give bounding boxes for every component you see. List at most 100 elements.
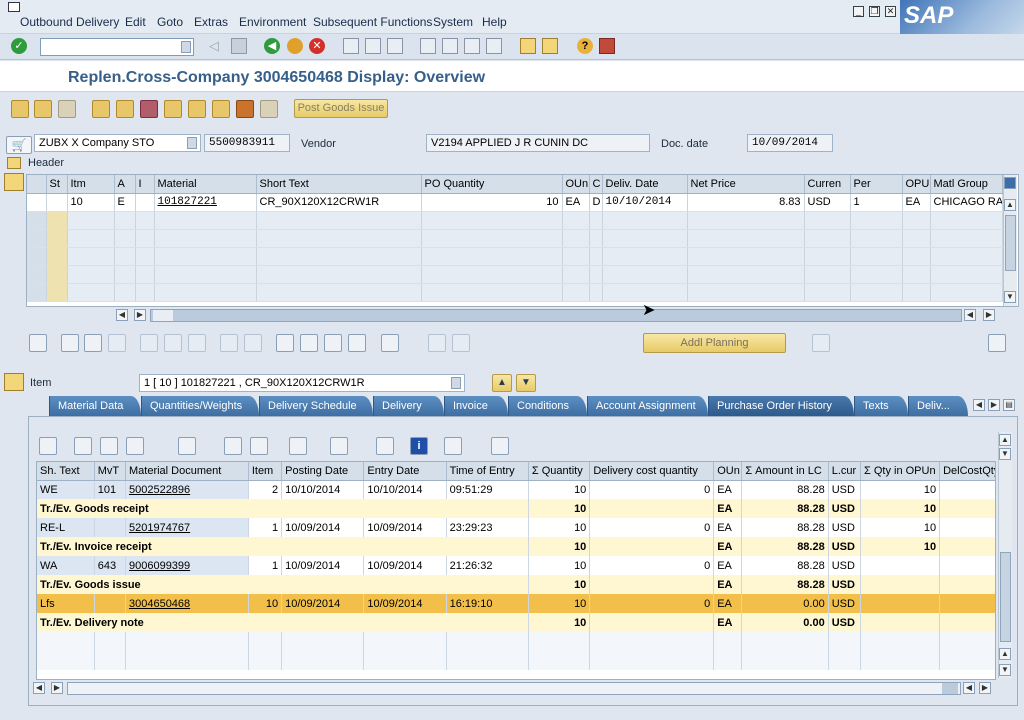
- col-opu[interactable]: OPU: [902, 175, 931, 194]
- col-a[interactable]: A: [114, 175, 136, 194]
- next-page-icon[interactable]: [464, 38, 480, 54]
- close-window-icon[interactable]: ✕: [885, 6, 896, 17]
- menu-system[interactable]: System: [433, 15, 473, 29]
- item-selector-field[interactable]: 1 [ 10 ] 101827221 , CR_90X120X12CRW1R: [139, 374, 465, 392]
- filter-icon[interactable]: [300, 334, 318, 352]
- total-row[interactable]: Tr./Ev. Invoice receipt 10 EA 88.28 USD 10: [37, 537, 995, 556]
- table-row[interactable]: [27, 229, 1003, 248]
- app-menu-icon[interactable]: [8, 2, 20, 12]
- table-row[interactable]: [27, 211, 1003, 230]
- shortcut-icon[interactable]: [542, 38, 558, 54]
- history-layout-icon[interactable]: [250, 437, 268, 455]
- select-block-icon[interactable]: [108, 334, 126, 352]
- history-scroll-end-icon[interactable]: ▼: [999, 664, 1011, 676]
- previous-page-icon[interactable]: [442, 38, 458, 54]
- customize-layout-icon[interactable]: [599, 38, 615, 54]
- doc-type-field[interactable]: ZUBX X Company STO: [34, 134, 201, 152]
- unlock-icon[interactable]: [188, 334, 206, 352]
- document-icon[interactable]: [381, 334, 399, 352]
- tab-conditions[interactable]: Conditions: [508, 396, 587, 416]
- items-horizontal-track[interactable]: [150, 309, 962, 322]
- scroll-right-fixed-icon[interactable]: ▶: [134, 309, 146, 321]
- goto-header-icon[interactable]: [92, 100, 110, 118]
- items-vertical-scrollbar[interactable]: ▲ ▼: [1003, 175, 1017, 306]
- row-selector[interactable]: [27, 211, 47, 230]
- find-icon[interactable]: [365, 38, 381, 54]
- col-l-cur[interactable]: L.cur: [828, 462, 861, 481]
- scroll-left-fixed-icon[interactable]: ◀: [116, 309, 128, 321]
- menu-outbound-delivery[interactable]: Outbound Delivery: [20, 15, 119, 29]
- column-settings-icon[interactable]: [1004, 177, 1016, 189]
- history-scroll-up-icon[interactable]: ▲: [999, 434, 1011, 446]
- print-list-icon[interactable]: [276, 334, 294, 352]
- history-find-icon[interactable]: [126, 437, 144, 455]
- delete-item-icon[interactable]: [140, 334, 158, 352]
- menu-edit[interactable]: Edit: [125, 15, 146, 29]
- col-qty-in-opun[interactable]: Σ Qty in OPUn: [860, 462, 941, 481]
- col-currency[interactable]: Curren: [804, 175, 851, 194]
- history-scroll-down-icon[interactable]: ▼: [999, 448, 1011, 460]
- col-item[interactable]: Item: [248, 462, 283, 481]
- col-c[interactable]: C: [589, 175, 603, 194]
- history-horizontal-thumb[interactable]: [942, 683, 958, 694]
- cancel-icon[interactable]: ✕: [309, 38, 325, 54]
- col-st[interactable]: St: [46, 175, 68, 194]
- cell-doc[interactable]: 5201974767: [125, 518, 249, 537]
- next-item-button[interactable]: ▼: [516, 374, 536, 392]
- copy-icon[interactable]: [220, 334, 238, 352]
- print-icon[interactable]: [343, 38, 359, 54]
- scroll-thumb[interactable]: [1005, 215, 1016, 271]
- col-po-quantity[interactable]: PO Quantity: [421, 175, 563, 194]
- planning-icon[interactable]: [812, 334, 830, 352]
- col-posting-date[interactable]: Posting Date: [281, 462, 365, 481]
- history-columns-icon[interactable]: [330, 437, 348, 455]
- history-vscroll-track[interactable]: ▲ ▼ ▲ ▼: [998, 432, 1012, 678]
- col-quantity[interactable]: Σ Quantity: [528, 462, 591, 481]
- row-selector[interactable]: [27, 247, 47, 266]
- scroll-right-icon[interactable]: ▶: [983, 309, 995, 321]
- sort-icon[interactable]: [348, 334, 366, 352]
- tab-material-data[interactable]: Material Data: [49, 396, 141, 416]
- previous-item-button[interactable]: ▲: [492, 374, 512, 392]
- col-net-price[interactable]: Net Price: [687, 175, 805, 194]
- history-scroll-left-icon[interactable]: ◀: [33, 682, 45, 694]
- texts-icon[interactable]: [164, 100, 182, 118]
- table-row[interactable]: Lfs 3004650468 10 10/09/2014 10/09/2014 16:19…: [37, 594, 995, 613]
- network-icon[interactable]: [212, 100, 230, 118]
- history-horizontal-track[interactable]: [67, 682, 961, 695]
- info-icon[interactable]: i: [410, 437, 428, 455]
- enter-icon[interactable]: ✓: [11, 38, 27, 54]
- expand-icon[interactable]: [988, 334, 1006, 352]
- cell-doc[interactable]: 9006099399: [125, 556, 249, 575]
- tab-invoice[interactable]: Invoice: [444, 396, 508, 416]
- tab-quantities-weights[interactable]: Quantities/Weights: [141, 396, 259, 416]
- tab-list-icon[interactable]: ▤: [1003, 399, 1015, 411]
- display-change-icon[interactable]: [34, 100, 52, 118]
- item-flag-icon[interactable]: [4, 373, 24, 391]
- messages-icon[interactable]: [260, 100, 278, 118]
- history-chart-icon[interactable]: [289, 437, 307, 455]
- back-icon[interactable]: ◀: [264, 38, 280, 54]
- cell-doc[interactable]: 5002522896: [125, 480, 249, 499]
- history-print-icon[interactable]: [74, 437, 92, 455]
- tab-delivery[interactable]: Delivery: [373, 396, 444, 416]
- col-material[interactable]: Material: [154, 175, 257, 194]
- table-row[interactable]: RE-L 5201974767 1 10/09/2014 10/09/2014 23:29…: [37, 518, 995, 537]
- layout-icon[interactable]: [428, 334, 446, 352]
- horizontal-scroll-thumb[interactable]: [153, 310, 173, 321]
- total-row[interactable]: Tr./Ev. Delivery note 10 EA 0.00 USD: [37, 613, 995, 632]
- exit-icon[interactable]: [287, 38, 303, 54]
- menu-extras[interactable]: Extras: [194, 15, 228, 29]
- po-number-field[interactable]: 5500983911: [204, 134, 290, 152]
- tab-scroll-left-icon[interactable]: ◀: [973, 399, 985, 411]
- col-deliv-date[interactable]: Deliv. Date: [602, 175, 688, 194]
- table-row[interactable]: WE 101 5002522896 2 10/10/2014 10/10/2014 09:5…: [37, 480, 995, 499]
- total-row[interactable]: Tr./Ev. Goods issue 10 EA 88.28 USD: [37, 575, 995, 594]
- history-scroll-right-icon[interactable]: ◀: [963, 682, 975, 694]
- tab-purchase-order-history[interactable]: Purchase Order History: [708, 396, 854, 416]
- first-page-icon[interactable]: [420, 38, 436, 54]
- tab-scroll-right-icon[interactable]: ▶: [988, 399, 1000, 411]
- restore-icon[interactable]: ❐: [869, 6, 880, 17]
- col-delcostqty-opun[interactable]: DelCostQty (OPUn: [939, 462, 995, 481]
- col-short-text[interactable]: Short Text: [256, 175, 422, 194]
